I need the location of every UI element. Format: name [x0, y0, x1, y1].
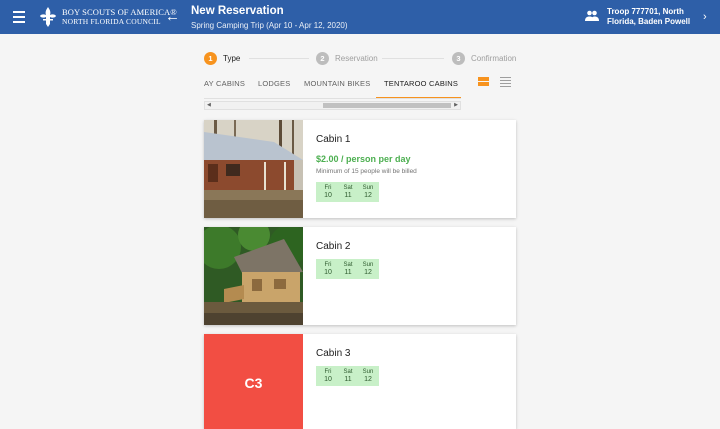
- arrow-left-icon[interactable]: ←: [165, 8, 181, 26]
- step-connector: [249, 58, 309, 59]
- step-number: 2: [316, 51, 329, 65]
- cabin-title: Cabin 1: [316, 134, 351, 145]
- availability-days: Fri 10 Sat 11 Sun 12: [316, 366, 379, 386]
- cabin-title: Cabin 3: [316, 348, 351, 359]
- fleur-de-lis-icon: [40, 7, 56, 27]
- group-icon[interactable]: [585, 10, 599, 21]
- tabs-scrollbar[interactable]: ◀ ▶: [204, 101, 461, 110]
- step-confirmation[interactable]: 3 Confirmation: [452, 51, 516, 65]
- day-name: Fri: [324, 369, 332, 375]
- list-view-icon[interactable]: [500, 77, 511, 87]
- day-name: Sat: [343, 369, 353, 375]
- step-label: Type: [223, 53, 241, 63]
- app-header: BOY SCOUTS OF AMERICA® NORTH FLORIDA COU…: [0, 0, 720, 34]
- day-name: Sat: [343, 185, 353, 191]
- day-badge: Fri 10: [318, 368, 338, 384]
- day-number: 12: [364, 376, 372, 383]
- day-number: 10: [324, 192, 332, 199]
- day-name: Fri: [324, 262, 332, 268]
- step-type[interactable]: 1 Type: [204, 51, 240, 65]
- day-number: 12: [364, 192, 372, 199]
- menu-icon[interactable]: [10, 8, 28, 26]
- cabin-photo-image: [204, 120, 303, 218]
- page-subtitle: Spring Camping Trip (Apr 10 - Apr 12, 20…: [191, 21, 348, 30]
- tab-tentaroo-cabins[interactable]: TENTAROO CABINS: [376, 72, 461, 99]
- scroll-right-icon[interactable]: ▶: [454, 102, 458, 109]
- scrollbar-thumb[interactable]: [323, 103, 451, 108]
- step-connector: [382, 58, 444, 59]
- day-number: 12: [364, 269, 372, 276]
- tab-day-cabins[interactable]: AY CABINS: [204, 72, 245, 99]
- day-number: 11: [344, 269, 352, 276]
- cabin-photo: [204, 227, 303, 325]
- title-block: New Reservation Spring Camping Trip (Apr…: [191, 5, 348, 31]
- step-reservation[interactable]: 2 Reservation: [316, 51, 378, 65]
- step-number: 1: [204, 51, 217, 65]
- cabin-photo-image: [204, 227, 303, 325]
- day-name: Sat: [343, 262, 353, 268]
- category-tabs: AY CABINS LODGES MOUNTAIN BIKES TENTAROO…: [204, 72, 461, 99]
- bsa-logo[interactable]: BOY SCOUTS OF AMERICA® NORTH FLORIDA COU…: [38, 5, 177, 29]
- cabin-photo: C3: [204, 334, 303, 429]
- scroll-left-icon[interactable]: ◀: [207, 102, 211, 109]
- availability-days: Fri 10 Sat 11 Sun 12: [316, 182, 379, 202]
- card-view-icon[interactable]: [478, 77, 489, 87]
- step-label: Reservation: [335, 53, 378, 63]
- day-badge: Fri 10: [318, 261, 338, 277]
- cabin-title: Cabin 2: [316, 241, 351, 252]
- day-number: 11: [344, 376, 352, 383]
- day-badge: Sat 11: [338, 184, 358, 200]
- logo-line1: BOY SCOUTS OF AMERICA®: [62, 7, 177, 17]
- step-label: Confirmation: [471, 53, 517, 63]
- cabin-card-1[interactable]: Cabin 1 $2.00 / person per day Minimum o…: [204, 120, 516, 218]
- cabin-price: $2.00 / person per day: [316, 154, 411, 164]
- troop-line2: Florida, Baden Powell: [607, 17, 691, 26]
- logo-line2: NORTH FLORIDA COUNCIL: [62, 17, 161, 26]
- day-badge: Sat 11: [338, 261, 358, 277]
- day-name: Sun: [362, 262, 374, 268]
- page-title: New Reservation: [191, 5, 284, 17]
- chevron-right-icon[interactable]: ›: [703, 10, 707, 24]
- day-name: Sun: [362, 185, 374, 191]
- day-name: Fri: [324, 185, 332, 191]
- day-number: 11: [344, 192, 352, 199]
- day-badge: Fri 10: [318, 184, 338, 200]
- cabin-photo: [204, 120, 303, 218]
- card-body: Cabin 3 Fri 10 Sat 11 Sun 12: [316, 348, 508, 386]
- troop-info[interactable]: Troop 777701, North Florida, Baden Powel…: [607, 7, 690, 27]
- troop-line1: Troop 777701, North: [607, 7, 684, 16]
- tab-mountain-bikes[interactable]: MOUNTAIN BIKES: [304, 72, 370, 99]
- tab-lodges[interactable]: LODGES: [258, 72, 290, 99]
- cabin-billing-note: Minimum of 15 people will be billed: [316, 168, 417, 175]
- day-number: 10: [324, 376, 332, 383]
- cabin-card-3[interactable]: C3 Cabin 3 Fri 10 Sat 11 Sun 12: [204, 334, 516, 429]
- day-badge: Sat 11: [338, 368, 358, 384]
- card-body: Cabin 1 $2.00 / person per day Minimum o…: [316, 134, 508, 202]
- day-badge: Sun 12: [358, 184, 378, 200]
- day-name: Sun: [362, 369, 374, 375]
- day-badge: Sun 12: [358, 261, 378, 277]
- day-badge: Sun 12: [358, 368, 378, 384]
- tabs-divider: [204, 98, 461, 99]
- day-number: 10: [324, 269, 332, 276]
- cabin-placeholder: C3: [204, 334, 303, 429]
- step-number: 3: [452, 51, 465, 65]
- availability-days: Fri 10 Sat 11 Sun 12: [316, 259, 379, 279]
- card-body: Cabin 2 Fri 10 Sat 11 Sun 12: [316, 241, 508, 279]
- cabin-card-2[interactable]: Cabin 2 Fri 10 Sat 11 Sun 12: [204, 227, 516, 325]
